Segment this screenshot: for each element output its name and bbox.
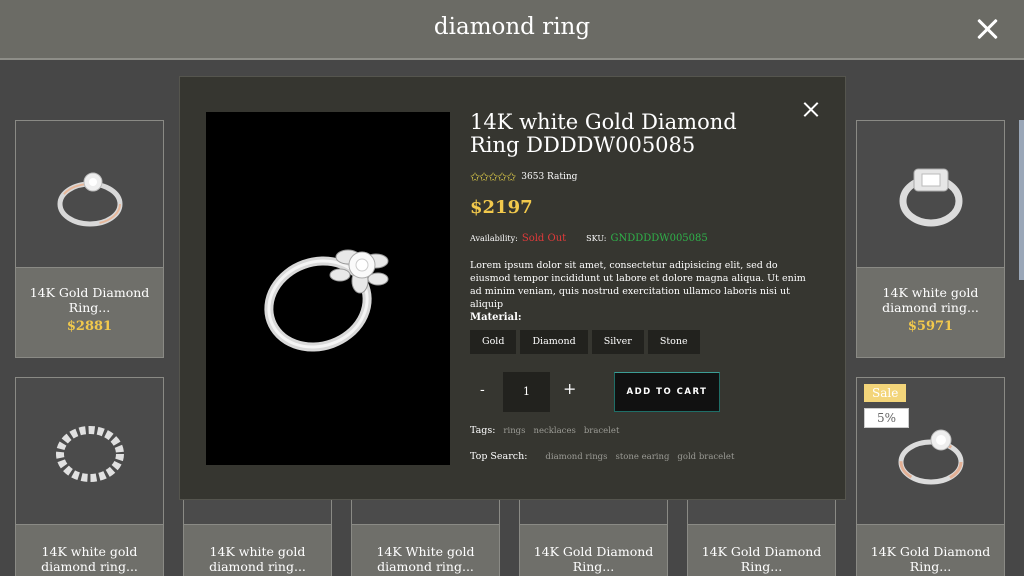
add-to-cart-button[interactable]: ADD TO CART [614,372,720,412]
ring-image [55,426,124,482]
sale-badge: Sale [864,384,907,402]
search-bar: diamond ring [0,0,1024,60]
ring-image [264,249,389,352]
product-name[interactable]: 14K white gold diamond ring... [863,285,998,315]
material-option-stone[interactable]: Stone [647,330,700,354]
tag-link[interactable]: bracelet [584,426,620,436]
tags-label: Tags: [470,425,496,436]
star-rating-icon[interactable]: ✩✩✩✩✩ [470,170,516,184]
discount-badge: 5% [864,408,910,428]
product-card[interactable]: 14K Gold Diamond Ring... $2881 [15,120,164,358]
tag-link[interactable]: necklaces [533,426,575,436]
product-name[interactable]: 14K Gold Diamond Ring... [526,544,661,574]
product-name[interactable]: 14K white gold diamond ring... [22,544,157,574]
top-search-link[interactable]: gold bracelet [677,452,734,462]
product-name[interactable]: 14K white gold diamond ring... [190,544,325,574]
product-price: $2197 [470,197,533,218]
ring-image [899,168,962,227]
scrollbar[interactable] [1019,120,1024,280]
product-name[interactable]: 14K Gold Diamond Ring... [863,544,998,574]
quick-view-modal: 14K white Gold Diamond Ring DDDDW005085 … [179,76,846,500]
product-price: $2881 [66,319,113,334]
product-image[interactable] [857,121,1004,268]
product-price: $5971 [907,319,954,334]
top-search-link[interactable]: stone earing [616,452,670,462]
material-options: Gold Diamond Silver Stone [470,330,700,354]
product-image[interactable] [16,378,163,525]
material-option-gold[interactable]: Gold [470,330,517,354]
search-query[interactable]: diamond ring [0,14,1024,40]
quantity-input[interactable]: 1 [503,372,550,412]
availability-label: Availability: [470,234,518,243]
rating-count: 3653 Rating [521,172,578,182]
top-search-label: Top Search: [470,451,528,462]
close-modal-icon[interactable] [803,101,819,117]
product-image[interactable] [16,121,163,268]
product-name[interactable]: 14K White gold diamond ring... [358,544,493,574]
product-title: 14K white Gold Diamond Ring DDDDW005085 [470,110,737,157]
quantity-decrease-button[interactable]: - [480,382,485,398]
product-name[interactable]: 14K Gold Diamond Ring... [22,285,157,315]
close-search-icon[interactable] [976,18,998,40]
material-option-silver[interactable]: Silver [591,330,644,354]
tags-row: Tags: rings necklaces bracelet [470,425,619,436]
sku-value: GNDDDDW005085 [610,233,708,244]
product-name[interactable]: 14K Gold Diamond Ring... [694,544,829,574]
product-card[interactable]: 14K white gold diamond ring... [15,377,164,576]
availability-status: Sold Out [521,233,567,244]
product-rating: ✩✩✩✩✩ 3653 Rating [470,170,577,184]
quantity-increase-button[interactable]: + [563,379,576,398]
material-option-diamond[interactable]: Diamond [520,330,588,354]
tag-link[interactable]: rings [503,426,525,436]
product-card[interactable]: Sale 5% 14K Gold Diamond Ring... [856,377,1005,576]
product-description: Lorem ipsum dolor sit amet, consectetur … [470,260,806,310]
availability-row: Availability: Sold Out SKU: GNDDDDW00508… [470,233,708,244]
product-card[interactable]: 14K white gold diamond ring... $5971 [856,120,1005,358]
product-main-image [206,112,450,465]
top-search-link[interactable]: diamond rings [545,452,607,462]
material-label: Material: [470,312,522,323]
top-search-row: Top Search: diamond rings stone earing g… [470,451,734,462]
ring-image [57,172,122,227]
sku-label: SKU: [586,234,607,243]
